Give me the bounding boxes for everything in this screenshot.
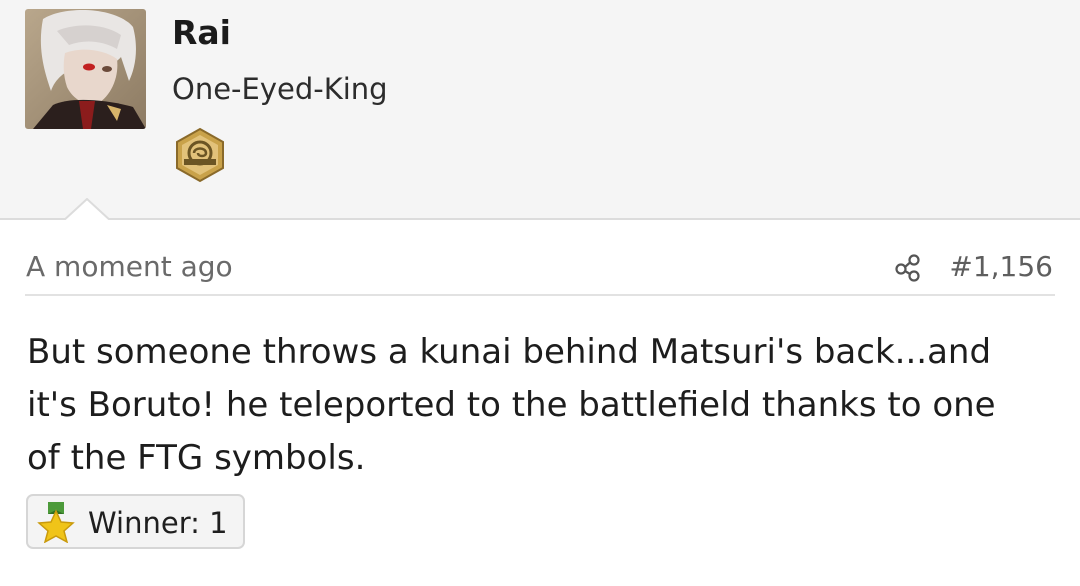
fanverse-badge-icon[interactable] <box>174 127 226 183</box>
reaction-winner-button[interactable]: Winner: 1 <box>26 494 245 549</box>
user-title: One-Eyed-King <box>172 72 388 106</box>
post-meta: A moment ago #1,156 <box>25 240 1055 296</box>
winner-star-icon <box>36 501 76 544</box>
speech-pointer <box>62 198 112 223</box>
share-icon[interactable] <box>893 252 923 282</box>
post-body: But someone throws a kunai behind Matsur… <box>27 332 996 478</box>
avatar[interactable] <box>25 9 146 129</box>
username[interactable]: Rai <box>172 13 231 52</box>
post-timestamp[interactable]: A moment ago <box>26 250 233 283</box>
avatar-image <box>25 9 146 129</box>
user-header: Rai One-Eyed-King <box>0 0 1080 220</box>
reaction-label: Winner: 1 <box>88 506 228 540</box>
post-number-link[interactable]: #1,156 <box>949 250 1053 283</box>
